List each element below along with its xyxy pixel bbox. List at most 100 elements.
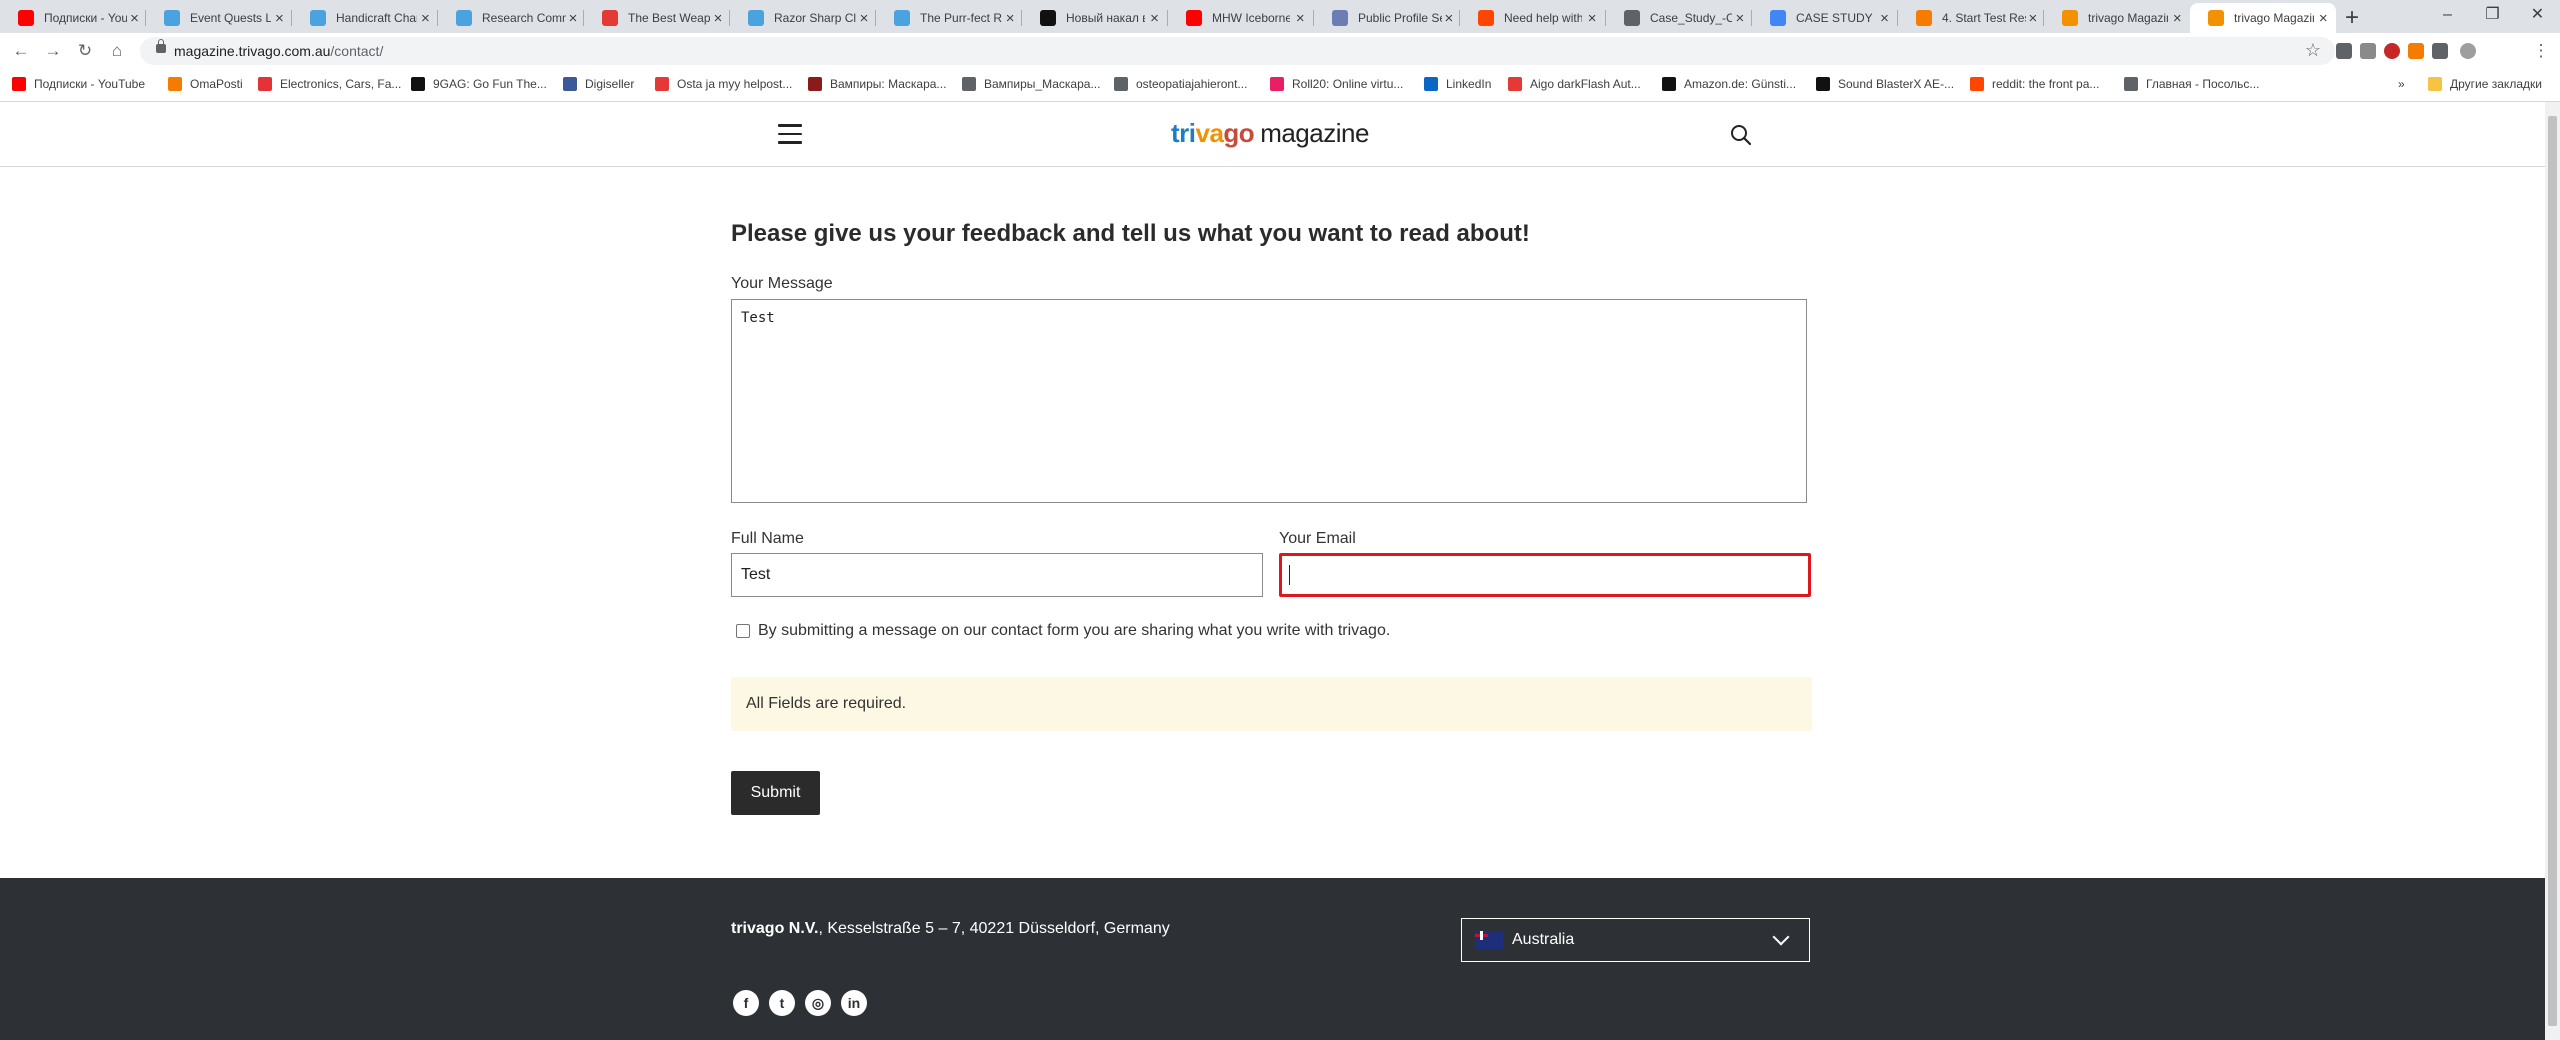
bookmark-star-icon[interactable]: ☆	[2305, 40, 2321, 61]
page-scrollbar[interactable]	[2545, 102, 2560, 1040]
mail-extension-icon[interactable]	[2336, 43, 2352, 59]
tab-close-icon[interactable]: ×	[1875, 10, 1894, 27]
tab-close-icon[interactable]: ×	[2026, 10, 2040, 27]
menu-hamburger-icon[interactable]	[778, 124, 802, 144]
submit-button[interactable]: Submit	[731, 771, 820, 815]
tab-close-icon[interactable]: ×	[2314, 10, 2332, 27]
twitter-icon[interactable]: t	[769, 990, 795, 1016]
scrollbar-thumb[interactable]	[2548, 116, 2557, 1026]
browser-tab[interactable]: MHW Iceborne ×	[1168, 3, 1314, 33]
tab-title: Razor Sharp Claws	[774, 11, 857, 25]
bookmark-favicon-icon	[655, 77, 669, 91]
browser-tab[interactable]: Case_Study_-Cafe×	[1606, 3, 1752, 33]
tab-favicon-icon	[2208, 10, 2224, 26]
tab-close-icon[interactable]: ×	[2168, 10, 2186, 27]
browser-tab[interactable]: Event Quests List×	[146, 3, 292, 33]
bookmark-item[interactable]: Вампиры: Маскара...	[808, 77, 946, 91]
folder-icon	[2428, 77, 2442, 91]
bookmark-item[interactable]: 9GAG: Go Fun The...	[411, 77, 547, 91]
browser-tab[interactable]: Razor Sharp Claws×	[730, 3, 876, 33]
linkedin-icon[interactable]: in	[841, 990, 867, 1016]
browser-tab[interactable]: Новый накал в ×	[1022, 3, 1168, 33]
browser-tab[interactable]: Handicraft Charm×	[292, 3, 438, 33]
email-input[interactable]	[1279, 553, 1811, 597]
tab-close-icon[interactable]: ×	[1582, 10, 1602, 27]
new-tab-icon[interactable]: +	[2345, 4, 2359, 32]
bookmark-item[interactable]: Electronics, Cars, Fa...	[258, 77, 401, 91]
consent-checkbox[interactable]	[736, 624, 750, 638]
puzzle-extensions-icon[interactable]	[2432, 43, 2448, 59]
tab-close-icon[interactable]: ×	[127, 10, 142, 27]
trivago-magazine-logo[interactable]: trivago magazine	[1171, 118, 1369, 149]
orange-extension-icon[interactable]	[2408, 43, 2424, 59]
bookmark-label: OmaPosti	[190, 77, 243, 91]
tab-close-icon[interactable]: ×	[566, 10, 580, 27]
tab-close-icon[interactable]: ×	[1145, 10, 1164, 27]
tab-close-icon[interactable]: ×	[856, 10, 872, 27]
profile-avatar-icon[interactable]	[2460, 43, 2476, 59]
other-bookmarks[interactable]: Другие закладки	[2428, 77, 2542, 91]
address-text: , Kesselstraße 5 – 7, 40221 Düsseldorf, …	[818, 920, 1170, 937]
bookmark-item[interactable]: Digiseller	[563, 77, 634, 91]
tab-title: trivago Magazine	[2234, 11, 2314, 25]
close-window-icon[interactable]: ✕	[2515, 0, 2560, 30]
bookmark-favicon-icon	[2124, 77, 2138, 91]
bookmark-item[interactable]: Osta ja myy helpost...	[655, 77, 792, 91]
bookmark-item[interactable]: Roll20: Online virtu...	[1270, 77, 1403, 91]
browser-tab[interactable]: trivago Magazine×	[2190, 3, 2336, 33]
extension-icon[interactable]	[2360, 43, 2376, 59]
bookmarks-overflow-icon[interactable]: »	[2398, 77, 2405, 91]
forward-icon[interactable]: →	[42, 40, 64, 62]
search-icon[interactable]	[1730, 124, 1752, 146]
browser-tab[interactable]: CASE STUDY - ×	[1752, 3, 1898, 33]
bookmark-item[interactable]: Sound BlasterX AE-...	[1816, 77, 1954, 91]
country-name: Australia	[1512, 931, 1575, 948]
browser-tab[interactable]: Подписки - YouTube×	[0, 3, 146, 33]
browser-tab[interactable]: Research Commission×	[438, 3, 584, 33]
bookmark-item[interactable]: LinkedIn	[1424, 77, 1491, 91]
browser-tab[interactable]: The Purr-fect Room×	[876, 3, 1022, 33]
tab-close-icon[interactable]: ×	[1002, 10, 1018, 27]
browser-tab[interactable]: The Best Weapons×	[584, 3, 730, 33]
instagram-icon[interactable]: ◎	[805, 990, 831, 1016]
restore-icon[interactable]: ❐	[2470, 0, 2515, 30]
address-url: magazine.trivago.com.au/contact/	[174, 43, 383, 59]
tab-favicon-icon	[602, 10, 618, 26]
bookmark-item[interactable]: Вампиры_Маскара...	[962, 77, 1100, 91]
message-textarea[interactable]: Test	[731, 299, 1807, 503]
minimize-icon[interactable]: –	[2425, 0, 2470, 30]
bookmark-item[interactable]: Главная - Посольс...	[2124, 77, 2259, 91]
reload-icon[interactable]: ↻	[74, 40, 96, 62]
tab-favicon-icon	[1040, 10, 1056, 26]
bookmark-favicon-icon	[1270, 77, 1284, 91]
browser-tab[interactable]: 4. Start Test Research×	[1898, 3, 2044, 33]
bookmark-item[interactable]: Подписки - YouTube	[12, 77, 145, 91]
tab-close-icon[interactable]: ×	[710, 10, 726, 27]
back-icon[interactable]: ←	[10, 40, 32, 62]
bookmark-item[interactable]: Amazon.de: Günsti...	[1662, 77, 1796, 91]
facebook-icon[interactable]: f	[733, 990, 759, 1016]
tab-title: trivago Magazine	[2088, 11, 2168, 25]
home-icon[interactable]: ⌂	[106, 40, 128, 62]
browser-tab[interactable]: Need help with ×	[1460, 3, 1606, 33]
full-name-input[interactable]: Test	[731, 553, 1263, 597]
tab-close-icon[interactable]: ×	[417, 10, 434, 27]
bookmark-item[interactable]: osteopatiajahieront...	[1114, 77, 1247, 91]
browser-tab[interactable]: Public Profile Settings×	[1314, 3, 1460, 33]
tab-close-icon[interactable]: ×	[1442, 10, 1456, 27]
url-path: /contact/	[330, 43, 384, 59]
email-label: Your Email	[1279, 530, 1356, 547]
bookmark-item[interactable]: reddit: the front pa...	[1970, 77, 2099, 91]
bookmark-favicon-icon	[563, 77, 577, 91]
tab-close-icon[interactable]: ×	[1290, 10, 1310, 27]
bookmark-item[interactable]: OmaPosti	[168, 77, 243, 91]
tab-close-icon[interactable]: ×	[1732, 10, 1748, 27]
address-bar[interactable]: magazine.trivago.com.au/contact/ ☆	[140, 37, 2335, 65]
bookmark-item[interactable]: Aigo darkFlash Aut...	[1508, 77, 1641, 91]
bookmark-label: Aigo darkFlash Aut...	[1530, 77, 1641, 91]
browser-tab[interactable]: trivago Magazine×	[2044, 3, 2190, 33]
tab-close-icon[interactable]: ×	[271, 10, 288, 27]
country-selector[interactable]: Australia	[1461, 918, 1810, 962]
browser-menu-icon[interactable]: ⋮	[2530, 40, 2552, 62]
adblock-extension-icon[interactable]	[2384, 43, 2400, 59]
